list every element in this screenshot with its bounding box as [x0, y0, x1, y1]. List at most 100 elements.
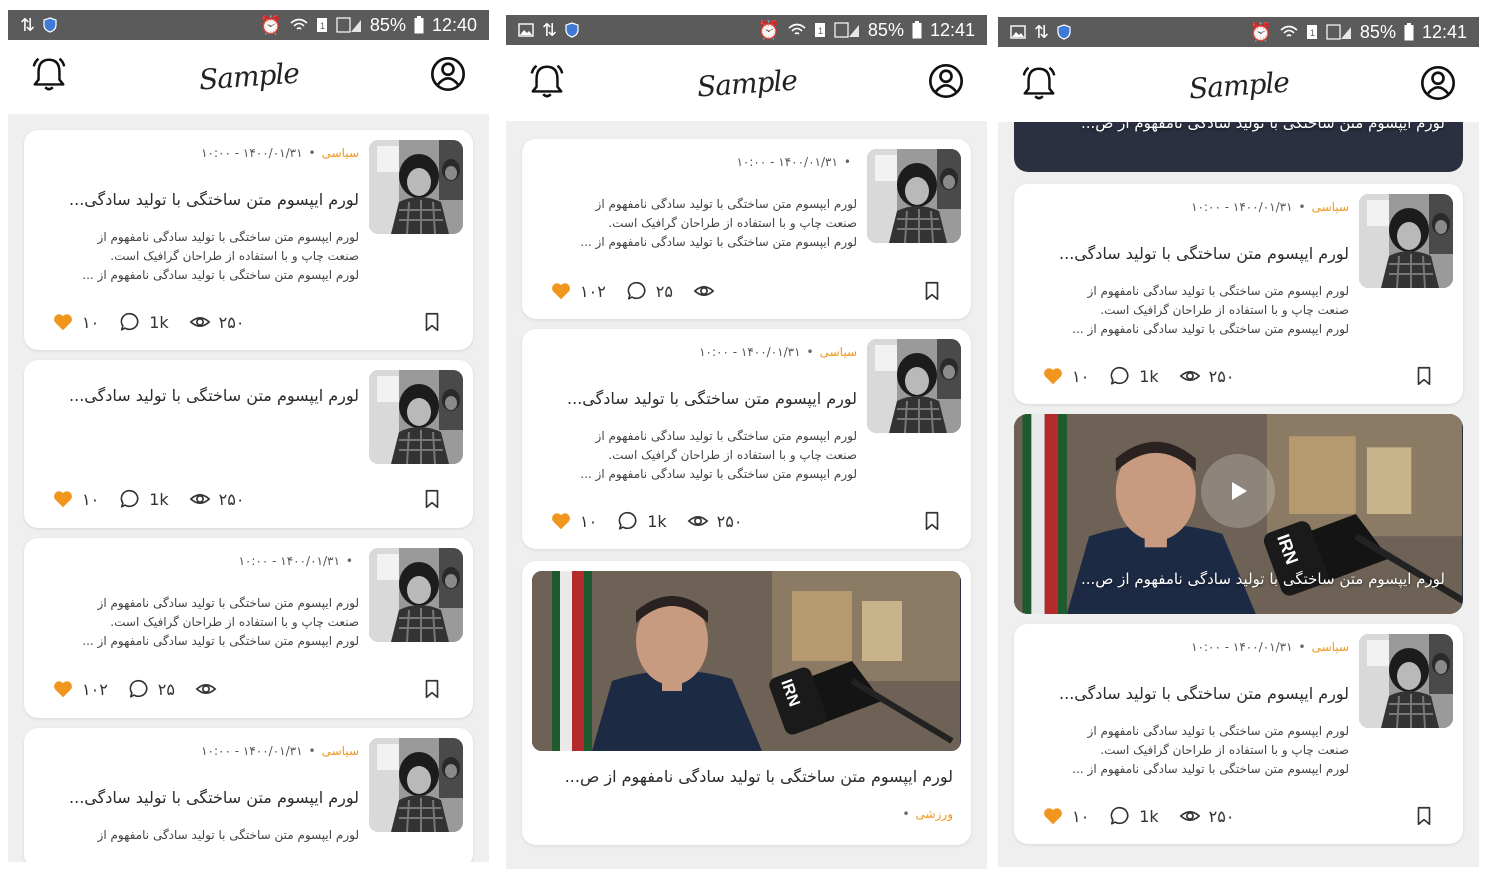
post-title[interactable]: لورم ایپسوم متن ساختگی با تولید سادگی...	[532, 389, 857, 408]
post-excerpt: لورم ایپسوم متن ساختگی با تولید سادگی نا…	[34, 228, 359, 285]
clock: 12:41	[1421, 21, 1467, 42]
post-meta: ورزشی•	[902, 807, 953, 821]
like-button[interactable]: ۱۰	[550, 510, 597, 532]
view-count: ۲۵۰	[1208, 366, 1235, 386]
comment-count: 1k	[149, 312, 169, 332]
excerpt-line: لورم ایپسوم متن ساختگی با تولید سادگی نا…	[580, 467, 857, 481]
post-title[interactable]: لورم ایپسوم متن ساختگی با تولید سادگی...	[34, 788, 359, 807]
excerpt-line: لورم ایپسوم متن ساختگی با تولید سادگی نا…	[97, 596, 359, 610]
bell-icon[interactable]	[30, 55, 68, 97]
video-card[interactable]: لورم ایپسوم متن ساختگی با تولید سادگی نا…	[1014, 414, 1463, 614]
news-feed[interactable]: سیاسی•۱۴۰۰/۰۱/۳۱ - ۱۰:۰۰ لورم ایپسوم متن…	[8, 114, 489, 862]
post-meta: •۱۴۰۰/۰۱/۳۱ - ۱۰:۰۰	[238, 554, 353, 568]
app-logo: Sample	[1187, 65, 1290, 105]
post-title[interactable]: لورم ایپسوم متن ساختگی با تولید سادگی...	[1024, 244, 1349, 263]
like-button[interactable]: ۱۰۲	[52, 678, 108, 700]
post-meta: سیاسی•۱۴۰۰/۰۱/۳۱ - ۱۰:۰۰	[201, 744, 359, 758]
comment-button[interactable]: 1k	[1109, 365, 1159, 387]
post-actions: ۱۰ 1k ۲۵۰	[1042, 805, 1435, 827]
news-card[interactable]: سیاسی•۱۴۰۰/۰۱/۳۱ - ۱۰:۰۰ لورم ایپسوم متن…	[1014, 184, 1463, 404]
video-title: لورم ایپسوم متن ساختگی با تولید سادگی نا…	[1080, 570, 1445, 588]
post-meta: سیاسی•۱۴۰۰/۰۱/۳۱ - ۱۰:۰۰	[1191, 200, 1349, 214]
status-bar: ⇅ ⏰ 1 85% 12:40	[8, 10, 489, 40]
news-card[interactable]: •۱۴۰۰/۰۱/۳۱ - ۱۰:۰۰ لورم ایپسوم متن ساخت…	[24, 538, 473, 718]
data-transfer-icon: ⇅	[542, 19, 558, 40]
news-thumbnail	[1359, 634, 1453, 728]
news-card[interactable]: سیاسی•۱۴۰۰/۰۱/۳۱ - ۱۰:۰۰ لورم ایپسوم متن…	[24, 728, 473, 862]
svg-text:1: 1	[818, 26, 823, 36]
excerpt-line: لورم ایپسوم متن ساختگی با تولید سادگی نا…	[82, 268, 359, 282]
video-card[interactable]: لورم ایپسوم متن ساختگی با تولید سادگی نا…	[522, 561, 971, 845]
bookmark-icon[interactable]	[1413, 365, 1435, 387]
post-title[interactable]: لورم ایپسوم متن ساختگی با تولید سادگی...	[34, 190, 359, 209]
news-thumbnail	[867, 339, 961, 433]
comment-button[interactable]: 1k	[119, 488, 169, 510]
excerpt-line: صنعت چاپ و با استفاده از طراحان گرافیک ا…	[110, 615, 359, 629]
bookmark-icon[interactable]	[921, 280, 943, 302]
news-card[interactable]: •۱۴۰۰/۰۱/۳۱ - ۱۰:۰۰ لورم ایپسوم متن ساخت…	[522, 139, 971, 319]
signal-icon	[1326, 24, 1352, 40]
news-card[interactable]: لورم ایپسوم متن ساختگی با تولید سادگی...…	[24, 360, 473, 528]
signal-icon	[336, 17, 362, 33]
comment-button[interactable]: ۲۵	[128, 678, 175, 700]
like-button[interactable]: ۱۰	[52, 488, 99, 510]
post-actions: ۱۰۲ ۲۵	[52, 678, 443, 700]
news-feed[interactable]: لورم ایپسوم متن ساختگی با تولید سادگی نا…	[998, 122, 1479, 867]
news-card[interactable]: سیاسی•۱۴۰۰/۰۱/۳۱ - ۱۰:۰۰ لورم ایپسوم متن…	[1014, 624, 1463, 844]
post-date: ۱۴۰۰/۰۱/۳۱ - ۱۰:۰۰	[699, 345, 801, 359]
bookmark-icon[interactable]	[421, 488, 443, 510]
play-icon[interactable]	[1201, 454, 1275, 528]
post-title[interactable]: لورم ایپسوم متن ساختگی با تولید سادگی...	[1024, 684, 1349, 703]
category-label[interactable]: ورزشی	[916, 807, 953, 821]
comment-button[interactable]: 1k	[119, 311, 169, 333]
video-thumbnail[interactable]: لورم ایپسوم متن ساختگی با تولید سادگی نا…	[1014, 122, 1463, 172]
category-label[interactable]: سیاسی	[1312, 640, 1349, 654]
news-card[interactable]: سیاسی•۱۴۰۰/۰۱/۳۱ - ۱۰:۰۰ لورم ایپسوم متن…	[522, 329, 971, 549]
like-button[interactable]: ۱۰	[1042, 365, 1089, 387]
post-title[interactable]: لورم ایپسوم متن ساختگی با تولید سادگی...	[34, 386, 359, 405]
bell-icon[interactable]	[1020, 64, 1058, 106]
news-card[interactable]: سیاسی•۱۴۰۰/۰۱/۳۱ - ۱۰:۰۰ لورم ایپسوم متن…	[24, 130, 473, 350]
user-circle-icon[interactable]	[927, 62, 965, 104]
signal-icon	[834, 22, 860, 38]
post-excerpt: لورم ایپسوم متن ساختگی با تولید سادگی نا…	[1024, 282, 1349, 339]
news-thumbnail	[867, 149, 961, 243]
like-count: ۱۰	[82, 489, 100, 509]
bookmark-icon[interactable]	[421, 311, 443, 333]
comment-button[interactable]: 1k	[617, 510, 667, 532]
video-thumbnail[interactable]	[532, 571, 961, 751]
battery-icon	[1404, 23, 1414, 41]
comment-count: 1k	[1139, 366, 1159, 386]
post-date: ۱۴۰۰/۰۱/۳۱ - ۱۰:۰۰	[736, 155, 838, 169]
like-button[interactable]: ۱۰۲	[550, 280, 606, 302]
views-indicator	[693, 280, 715, 302]
comment-button[interactable]: ۲۵	[626, 280, 673, 302]
video-thumbnail[interactable]: لورم ایپسوم متن ساختگی با تولید سادگی نا…	[1014, 414, 1463, 614]
news-feed[interactable]: •۱۴۰۰/۰۱/۳۱ - ۱۰:۰۰ لورم ایپسوم متن ساخت…	[506, 121, 987, 869]
post-excerpt: لورم ایپسوم متن ساختگی با تولید سادگی نا…	[532, 427, 857, 484]
wifi-icon	[290, 18, 308, 32]
bell-icon[interactable]	[528, 62, 566, 104]
app-logo: Sample	[197, 56, 300, 96]
bookmark-icon[interactable]	[421, 678, 443, 700]
category-label[interactable]: سیاسی	[322, 146, 359, 160]
video-title[interactable]: لورم ایپسوم متن ساختگی با تولید سادگی نا…	[536, 767, 953, 786]
user-circle-icon[interactable]	[1419, 64, 1457, 106]
bookmark-icon[interactable]	[921, 510, 943, 532]
svg-text:1: 1	[1310, 28, 1315, 38]
category-label[interactable]: سیاسی	[322, 744, 359, 758]
excerpt-line: صنعت چاپ و با استفاده از طراحان گرافیک ا…	[1100, 303, 1349, 317]
excerpt-line: لورم ایپسوم متن ساختگی با تولید سادگی نا…	[595, 197, 857, 211]
comment-count: 1k	[149, 489, 169, 509]
video-card[interactable]: لورم ایپسوم متن ساختگی با تولید سادگی نا…	[1014, 122, 1463, 172]
like-button[interactable]: ۱۰	[52, 311, 99, 333]
like-count: ۱۰	[1072, 366, 1090, 386]
bookmark-icon[interactable]	[1413, 805, 1435, 827]
category-label[interactable]: سیاسی	[1312, 200, 1349, 214]
view-count: ۲۵۰	[716, 511, 743, 531]
status-bar: ⇅ ⏰ 1 85% 12:41	[998, 17, 1479, 47]
like-button[interactable]: ۱۰	[1042, 805, 1089, 827]
comment-button[interactable]: 1k	[1109, 805, 1159, 827]
category-label[interactable]: سیاسی	[820, 345, 857, 359]
user-circle-icon[interactable]	[429, 55, 467, 97]
